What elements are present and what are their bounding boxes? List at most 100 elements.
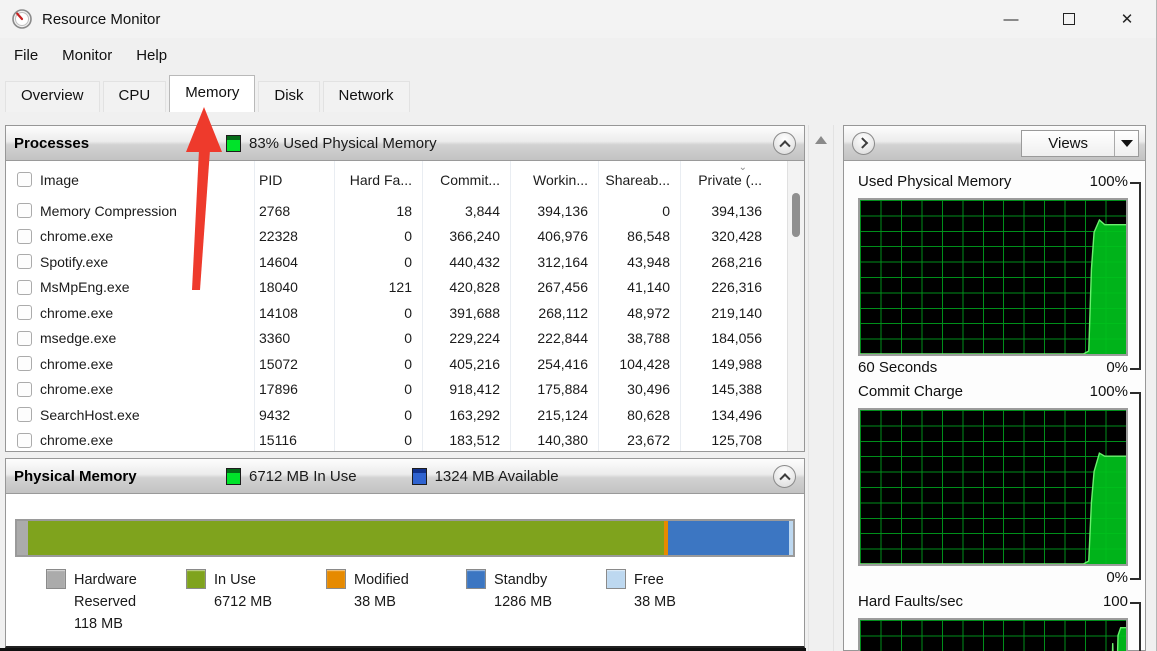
process-value: 175,884 [510, 376, 598, 402]
process-row[interactable]: chrome.exe 17896 0 918,412 175,884 30,496 145,… [6, 376, 787, 402]
col-image[interactable]: Image [36, 172, 254, 188]
tab-network[interactable]: Network [322, 81, 410, 112]
tab-overview[interactable]: Overview [5, 81, 100, 112]
col-working-set[interactable]: Workin... [510, 161, 598, 198]
menu-bar: File Monitor Help [0, 38, 1156, 72]
physical-memory-collapse-button[interactable] [773, 464, 796, 488]
views-label[interactable]: Views [1022, 131, 1114, 156]
row-checkbox[interactable] [17, 407, 32, 423]
process-row[interactable]: chrome.exe 14108 0 391,688 268,112 48,972 219,… [6, 300, 787, 326]
row-checkbox[interactable] [17, 254, 32, 270]
row-checkbox[interactable] [17, 432, 32, 448]
row-checkbox[interactable] [17, 330, 32, 346]
views-button[interactable]: Views [1021, 129, 1139, 157]
close-button[interactable]: ✕ [1098, 0, 1156, 38]
memory-usage-icon [226, 134, 241, 152]
col-hard-faults[interactable]: Hard Fa... [334, 161, 422, 198]
col-private[interactable]: Private (... [680, 161, 772, 198]
legend-name: Standby [494, 572, 548, 588]
sort-indicator-icon: ⌄ [738, 162, 747, 173]
tab-bar: Overview CPU Memory Disk Network [0, 75, 1156, 112]
process-value: 140,380 [510, 427, 598, 451]
graphs-panel-header: Views [844, 126, 1145, 161]
available-status: 1324 MB Available [411, 467, 559, 485]
graph1-label-row: Used Physical Memory 100% [858, 173, 1128, 197]
process-image: Memory Compression [40, 202, 177, 219]
process-value: 391,688 [422, 300, 510, 326]
process-value: 149,988 [680, 351, 772, 377]
process-value: 229,224 [422, 325, 510, 351]
process-value: 14604 [254, 249, 334, 275]
process-row[interactable]: MsMpEng.exe 18040 121 420,828 267,456 41,140 2… [6, 274, 787, 300]
process-value: 215,124 [510, 402, 598, 428]
legend-name: Hardware Reserved [74, 572, 137, 610]
process-row[interactable]: chrome.exe 22328 0 366,240 406,976 86,548 320,… [6, 223, 787, 249]
panel-expand-button[interactable] [852, 131, 875, 155]
tab-disk[interactable]: Disk [258, 81, 320, 112]
process-value: 405,216 [422, 351, 510, 377]
menu-help[interactable]: Help [126, 43, 177, 68]
process-row[interactable]: SearchHost.exe 9432 0 163,292 215,124 80,628 1… [6, 402, 787, 428]
menu-monitor[interactable]: Monitor [52, 43, 122, 68]
process-row[interactable]: Spotify.exe 14604 0 440,432 312,164 43,948 268… [6, 249, 787, 275]
legend-name: In Use [214, 572, 256, 588]
tab-memory[interactable]: Memory [169, 75, 256, 112]
row-checkbox[interactable] [17, 279, 32, 295]
processes-collapse-button[interactable] [773, 131, 796, 155]
main-scrollbar[interactable] [808, 125, 834, 651]
process-value: 267,456 [510, 274, 598, 300]
row-checkbox[interactable] [17, 381, 32, 397]
process-value: 0 [334, 249, 422, 275]
process-value: 366,240 [422, 223, 510, 249]
row-checkbox[interactable] [17, 305, 32, 321]
process-row[interactable]: chrome.exe 15116 0 183,512 140,380 23,672 125,… [6, 427, 787, 451]
maximize-button[interactable] [1040, 0, 1098, 38]
process-value: 18040 [254, 274, 334, 300]
col-shareable[interactable]: Shareab... [598, 161, 680, 198]
process-image: msedge.exe [40, 330, 117, 347]
process-value: 86,548 [598, 223, 680, 249]
process-value: 918,412 [422, 376, 510, 402]
processes-scrollbar-thumb[interactable] [792, 193, 800, 237]
process-image: chrome.exe [40, 355, 114, 372]
process-value: 406,976 [510, 223, 598, 249]
hard-faults-series [860, 620, 1126, 651]
process-value: 183,512 [422, 427, 510, 451]
graph2-min-label: 0% [1106, 569, 1128, 586]
process-row[interactable]: chrome.exe 15072 0 405,216 254,416 104,428 149… [6, 351, 787, 377]
graph1-max-label: 100% [1089, 173, 1128, 190]
process-image: chrome.exe [40, 304, 114, 321]
arrow-up-icon [815, 136, 827, 144]
tab-cpu[interactable]: CPU [102, 81, 167, 112]
used-physical-memory-series [860, 200, 1126, 354]
processes-table: Image PID Hard Fa... Commit... Workin...… [6, 161, 787, 451]
col-commit[interactable]: Commit... [422, 161, 510, 198]
views-dropdown-arrow[interactable] [1114, 130, 1138, 156]
process-value: 440,432 [422, 249, 510, 275]
process-value: 222,844 [510, 325, 598, 351]
processes-scrollbar[interactable] [787, 161, 804, 451]
row-checkbox[interactable] [17, 356, 32, 372]
menu-file[interactable]: File [4, 43, 48, 68]
col-pid[interactable]: PID [254, 161, 334, 198]
in-use-swatch [186, 569, 206, 589]
select-all-checkbox[interactable] [17, 172, 32, 187]
minimize-button[interactable]: — [982, 0, 1040, 38]
process-row[interactable]: msedge.exe 3360 0 229,224 222,844 38,788 184,0… [6, 325, 787, 351]
row-checkbox[interactable] [17, 203, 32, 219]
available-text: 1324 MB Available [434, 467, 559, 485]
processes-panel: Processes 83% Used Physical Memory Image… [5, 125, 805, 452]
graph2-title: Commit Charge [858, 383, 964, 400]
process-value: 312,164 [510, 249, 598, 275]
graph1-min-label: 0% [1106, 359, 1128, 376]
processes-title: Processes [14, 134, 90, 152]
legend-in-use: In Use 6712 MB [186, 569, 326, 635]
process-value: 14108 [254, 300, 334, 326]
memory-composition-bar [15, 519, 795, 557]
in-use-status: 6712 MB In Use [226, 467, 357, 485]
process-row[interactable]: Memory Compression 2768 18 3,844 394,136 0 394… [6, 198, 787, 224]
row-checkbox[interactable] [17, 228, 32, 244]
scroll-up-button[interactable] [809, 129, 833, 151]
process-value: 219,140 [680, 300, 772, 326]
process-value: 320,428 [680, 223, 772, 249]
